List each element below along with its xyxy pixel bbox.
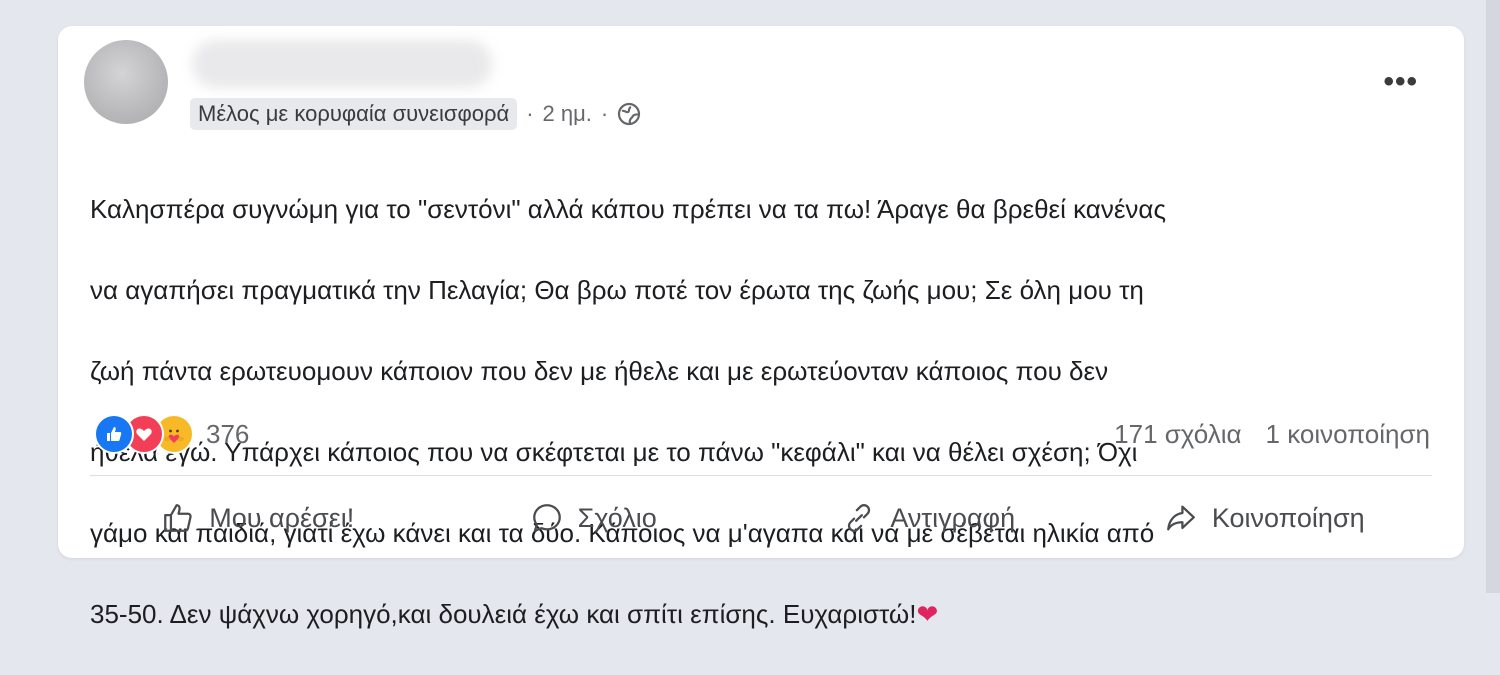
comment-button-label: Σχόλιο bbox=[577, 502, 657, 533]
meta-separator: · bbox=[600, 101, 609, 126]
heart-emoji: ❤ bbox=[916, 598, 939, 629]
shares-count[interactable]: 1 κοινοποίηση bbox=[1266, 419, 1430, 450]
meta-separator: · bbox=[526, 101, 534, 126]
comment-icon bbox=[532, 504, 561, 532]
top-contributor-badge[interactable]: Μέλος με κορυφαία συνεισφορά bbox=[190, 98, 518, 130]
comment-button[interactable]: Σχόλιο bbox=[426, 488, 762, 548]
like-button-label: Μου αρέσει! bbox=[209, 502, 355, 533]
post-text-line: Καλησπέρα συγνώμη για το "σεντόνι" αλλά … bbox=[90, 193, 1166, 224]
reaction-count: 376 bbox=[206, 418, 250, 449]
post-text-line: να αγαπήσει πραγματικά την Πελαγία; Θα β… bbox=[90, 274, 1144, 305]
share-button[interactable]: Κοινοποίηση bbox=[1097, 488, 1433, 548]
post-card: Μέλος με κορυφαία συνεισφορά · 2 ημ. · •… bbox=[58, 26, 1464, 629]
post-text-line-content: 35-50. Δεν ψάχνω χορηγό,και δουλειά έχω … bbox=[90, 598, 917, 629]
post-text-line: 35-50. Δεν ψάχνω χορηγό,και δουλειά έχω … bbox=[90, 594, 1450, 635]
more-options-icon[interactable]: ••• bbox=[1383, 67, 1418, 97]
post-text: Καλησπέρα συγνώμη για το "σεντόνι" αλλά … bbox=[90, 148, 1450, 675]
divider bbox=[90, 475, 1432, 476]
window-edge bbox=[1486, 0, 1500, 593]
share-button-label: Κοινοποίηση bbox=[1211, 502, 1365, 533]
action-bar: Μου αρέσει! Σχόλιο Αντιγραφή Κοινοποίηση bbox=[90, 488, 1432, 548]
post-meta: Μέλος με κορυφαία συνεισφορά · 2 ημ. · bbox=[190, 96, 641, 132]
like-button[interactable]: Μου αρέσει! bbox=[90, 488, 426, 548]
copy-button-label: Αντιγραφή bbox=[890, 502, 1016, 533]
copy-button[interactable]: Αντιγραφή bbox=[761, 488, 1097, 548]
like-icon bbox=[94, 414, 134, 454]
link-icon bbox=[848, 504, 871, 532]
avatar[interactable] bbox=[84, 40, 168, 124]
share-icon bbox=[1166, 505, 1195, 531]
comments-count[interactable]: 171 σχόλια bbox=[1114, 419, 1241, 450]
post-text-line: ζωή πάντα ερωτευομουν κάποιον που δεν με… bbox=[90, 355, 1109, 386]
thumbs-up-icon bbox=[164, 504, 192, 532]
reactions-summary[interactable]: 376 bbox=[94, 414, 249, 454]
globe-icon bbox=[617, 102, 641, 126]
post-timestamp[interactable]: 2 ημ. bbox=[543, 101, 592, 127]
engagement-stats: 171 σχόλια 1 κοινοποίηση bbox=[1090, 414, 1430, 454]
author-name-blurred[interactable] bbox=[192, 40, 492, 88]
